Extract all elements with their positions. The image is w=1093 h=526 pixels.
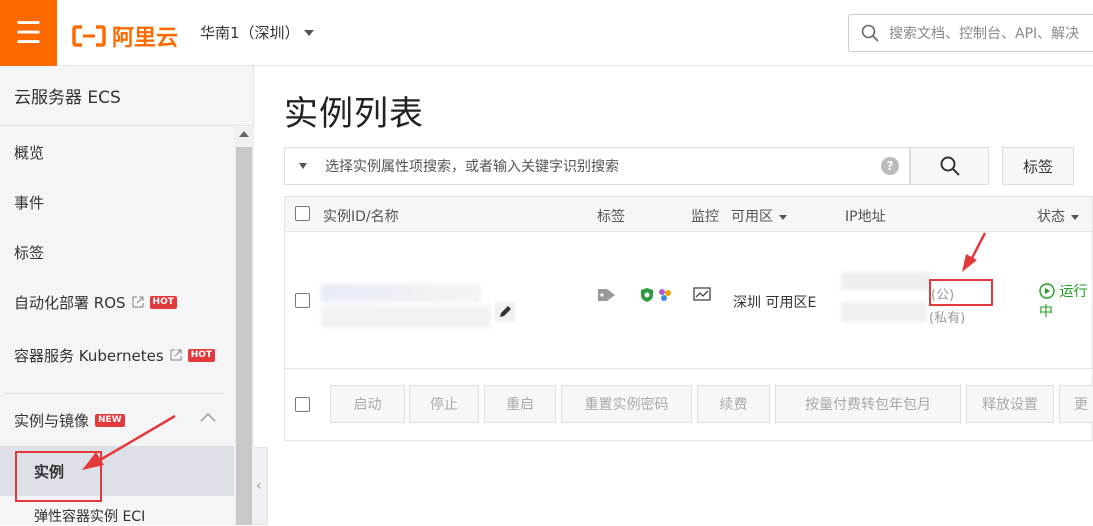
sidebar-collapse-handle[interactable]: ‹ — [254, 447, 268, 525]
external-link-icon — [132, 296, 144, 308]
external-link-icon — [170, 349, 182, 361]
row-checkbox[interactable] — [295, 293, 310, 308]
top-bar: ☰ 阿里云 华南1（深圳） 搜索文档、控制台、API、解决 — [0, 0, 1093, 66]
table-header: 实例ID/名称 标签 监控 可用区 IP地址 状态 — [285, 197, 1092, 232]
column-header-status[interactable]: 状态 — [1037, 206, 1079, 226]
reset-password-button[interactable]: 重置实例密码 — [561, 385, 692, 423]
select-all-checkbox[interactable] — [295, 206, 310, 221]
sidebar-item-tags[interactable]: 标签 — [0, 227, 234, 277]
footer-select-all-checkbox[interactable] — [295, 397, 310, 412]
search-button[interactable] — [910, 147, 989, 185]
edit-icon[interactable] — [495, 302, 515, 322]
sidebar-title: 云服务器 ECS — [0, 66, 253, 126]
new-badge: NEW — [95, 413, 125, 427]
search-icon — [861, 24, 879, 42]
search-icon — [940, 156, 960, 176]
menu-icon[interactable]: ☰ — [0, 0, 57, 66]
brand-name: 阿里云 — [112, 26, 179, 51]
sidebar-item-label: 容器服务 Kubernetes — [14, 346, 164, 365]
column-header-ip: IP地址 — [845, 209, 886, 225]
sidebar-group-label: 实例与镜像 — [14, 411, 90, 430]
sidebar-item-label: 事件 — [14, 193, 45, 212]
sidebar-item-label: 标签 — [14, 243, 45, 262]
column-header-id-name: 实例ID/名称 — [323, 209, 399, 225]
more-actions-button[interactable]: 更 — [1059, 385, 1093, 423]
monitor-chart-icon[interactable] — [693, 287, 711, 303]
chevron-left-icon: ‹ — [256, 478, 262, 494]
hot-badge: HOT — [187, 348, 216, 362]
chevron-down-icon[interactable] — [304, 30, 314, 36]
annotation-box-instances — [15, 451, 102, 502]
region-selector[interactable]: 华南1（深圳） — [200, 22, 300, 43]
instance-search-input[interactable]: 选择实例属性项搜索，或者输入关键字识别搜索 ? — [284, 147, 910, 185]
running-play-icon — [1039, 283, 1055, 299]
hot-badge: HOT — [149, 295, 177, 309]
column-header-zone[interactable]: 可用区 — [731, 206, 787, 226]
agent-status-icon — [659, 289, 671, 301]
help-icon[interactable]: ? — [881, 157, 899, 175]
restart-button[interactable]: 重启 — [484, 385, 556, 423]
chevron-down-icon — [779, 214, 787, 220]
sidebar-item-label: 自动化部署 ROS — [14, 293, 126, 312]
scrollbar-thumb[interactable] — [236, 147, 252, 525]
column-header-tags: 标签 — [597, 209, 625, 225]
status-badge: 运行中 — [1039, 282, 1093, 322]
sidebar-item-events[interactable]: 事件 — [0, 177, 234, 227]
sidebar-scrollbar[interactable] — [234, 127, 254, 525]
page-title: 实例列表 — [284, 94, 424, 134]
batch-actions-bar: 启动 停止 重启 重置实例密码 续费 按量付费转包年包月 释放设置 更 — [285, 369, 1093, 441]
sidebar-group-instances-images[interactable]: 实例与镜像 NEW — [0, 394, 234, 446]
table-row[interactable]: 深圳 可用区E (公) (私有) 运行中 — [285, 232, 1093, 369]
private-ip-suffix: (私有) — [929, 311, 966, 326]
sidebar-item-label: 概览 — [14, 143, 45, 162]
release-settings-button[interactable]: 释放设置 — [966, 385, 1054, 423]
brand-logo[interactable]: 阿里云 — [72, 20, 178, 52]
security-shield-icon — [641, 288, 653, 302]
zone-value: 深圳 可用区E — [733, 295, 817, 311]
sidebar-item-overview[interactable]: 概览 — [0, 127, 234, 177]
convert-billing-button[interactable]: 按量付费转包年包月 — [775, 385, 961, 423]
instance-id-redacted[interactable] — [321, 284, 481, 302]
chevron-up-icon[interactable] — [200, 412, 216, 422]
instance-search-placeholder: 选择实例属性项搜索，或者输入关键字识别搜索 — [325, 159, 619, 175]
tag-icon[interactable] — [597, 288, 617, 302]
global-search-placeholder: 搜索文档、控制台、API、解决 — [889, 26, 1080, 42]
zone-header-label: 可用区 — [731, 209, 773, 225]
private-ip-redacted[interactable] — [841, 302, 927, 322]
scroll-up-icon[interactable] — [239, 131, 249, 137]
annotation-box-public-ip — [929, 279, 993, 306]
stop-button[interactable]: 停止 — [409, 385, 479, 423]
sidebar-item-ros[interactable]: 自动化部署 ROS HOT — [0, 277, 234, 327]
public-ip-redacted[interactable] — [841, 272, 931, 290]
tag-filter-button[interactable]: 标签 — [1002, 147, 1074, 185]
main-content: 实例列表 选择实例属性项搜索，或者输入关键字识别搜索 ? 标签 实例ID/名称 … — [268, 66, 1093, 525]
status-header-label: 状态 — [1037, 209, 1065, 225]
chevron-down-icon — [1071, 214, 1079, 220]
sidebar-item-kubernetes[interactable]: 容器服务 Kubernetes HOT — [0, 327, 234, 383]
instance-name-redacted — [321, 306, 491, 328]
start-button[interactable]: 启动 — [330, 385, 405, 423]
global-search-input[interactable]: 搜索文档、控制台、API、解决 — [848, 14, 1093, 52]
instance-table: 实例ID/名称 标签 监控 可用区 IP地址 状态 深圳 可用区E (公) (私… — [284, 196, 1093, 441]
aliyun-logo-icon — [72, 25, 106, 47]
column-header-monitor: 监控 — [691, 209, 719, 225]
renew-button[interactable]: 续费 — [697, 385, 770, 423]
chevron-down-icon[interactable] — [299, 163, 307, 169]
